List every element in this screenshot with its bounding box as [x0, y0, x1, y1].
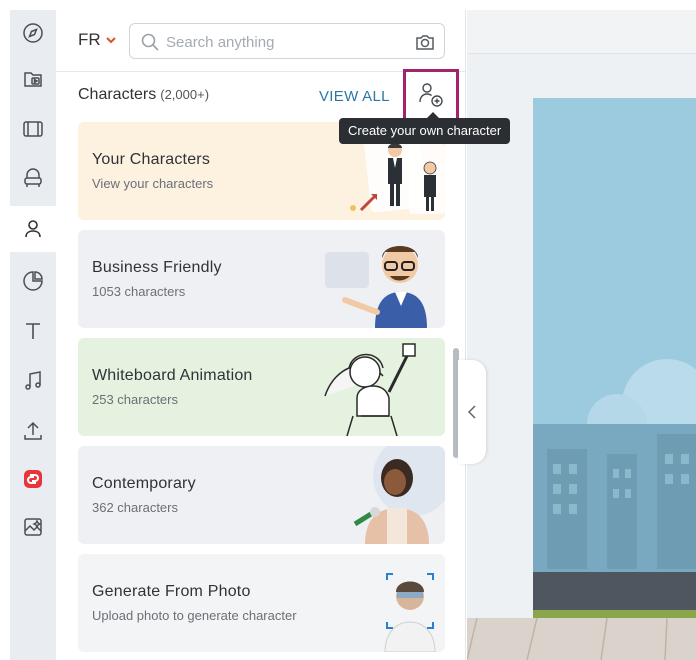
card-subtitle: View your characters: [92, 176, 214, 191]
characters-section-header: Characters (2,000+) VIEW ALL: [78, 84, 458, 114]
create-character-tooltip: Create your own character: [339, 112, 511, 144]
rail-ai-image-button[interactable]: [10, 504, 56, 550]
card-title: Generate From Photo: [92, 583, 251, 600]
rail-scenes-button[interactable]: [10, 106, 56, 152]
contemporary-character-illustration: [353, 446, 445, 544]
media-library-icon: [24, 72, 42, 87]
card-title: Your Characters: [92, 151, 211, 168]
rail-characters-button[interactable]: [10, 206, 56, 252]
rail-music-button[interactable]: [10, 358, 56, 404]
props-icon: [24, 168, 42, 187]
upload-icon: [24, 421, 42, 440]
chevron-left-icon: [467, 405, 476, 419]
rail-charts-button[interactable]: [10, 258, 56, 304]
search-icon: [141, 33, 159, 51]
brand-app-icon: [24, 470, 42, 488]
panel-collapse-handle[interactable]: [458, 360, 486, 464]
text-icon: [26, 323, 40, 339]
characters-panel: FR Characters(2,000+) VIEW ALL Your Char…: [56, 10, 466, 660]
characters-icon: [25, 220, 41, 238]
whiteboard-character-illustration: [324, 343, 416, 436]
section-title: Characters (2,000+): [78, 86, 209, 104]
camera-icon[interactable]: [414, 31, 436, 53]
canvas-area[interactable]: [467, 10, 696, 660]
card-subtitle: 362 characters: [92, 500, 178, 515]
music-icon: [25, 371, 41, 390]
rail-upload-button[interactable]: [10, 408, 56, 454]
search-box: [129, 23, 445, 59]
ai-image-icon: [24, 518, 42, 536]
rail-brand-app-button[interactable]: [10, 456, 56, 502]
rail-media-button[interactable]: [10, 56, 56, 102]
card-generate-from-photo[interactable]: Generate From Photo Upload photo to gene…: [78, 554, 445, 652]
business-character-illustration: [325, 246, 427, 328]
card-title: Whiteboard Animation: [92, 367, 253, 384]
rail-text-button[interactable]: [10, 308, 56, 354]
scene-preview[interactable]: [467, 54, 696, 660]
language-label: FR: [78, 30, 101, 49]
compass-icon: [23, 23, 43, 43]
view-all-link[interactable]: VIEW ALL: [319, 88, 390, 105]
card-title: Business Friendly: [92, 259, 222, 276]
rail-props-button[interactable]: [10, 156, 56, 202]
icon-rail: [10, 10, 56, 660]
panel-topbar: FR: [56, 10, 465, 72]
scenes-icon: [23, 121, 43, 137]
card-subtitle: Upload photo to generate character: [92, 608, 297, 623]
charts-icon: [23, 271, 43, 291]
section-title-text: Characters: [78, 86, 157, 103]
card-subtitle: 1053 characters: [92, 284, 186, 299]
card-business-friendly[interactable]: Business Friendly 1053 characters: [78, 230, 445, 328]
canvas-toolbar: [467, 10, 696, 54]
card-whiteboard-animation[interactable]: Whiteboard Animation 253 characters: [78, 338, 445, 436]
card-title: Contemporary: [92, 475, 196, 492]
photo-character-illustration: [384, 573, 436, 652]
chevron-down-icon: [105, 37, 116, 44]
card-subtitle: 253 characters: [92, 392, 178, 407]
search-input[interactable]: [166, 31, 406, 53]
add-user-icon: [419, 83, 443, 107]
language-selector[interactable]: FR: [78, 30, 118, 50]
section-count: (2,000+): [160, 87, 210, 102]
rail-compass-button[interactable]: [10, 10, 56, 56]
card-contemporary[interactable]: Contemporary 362 characters: [78, 446, 445, 544]
